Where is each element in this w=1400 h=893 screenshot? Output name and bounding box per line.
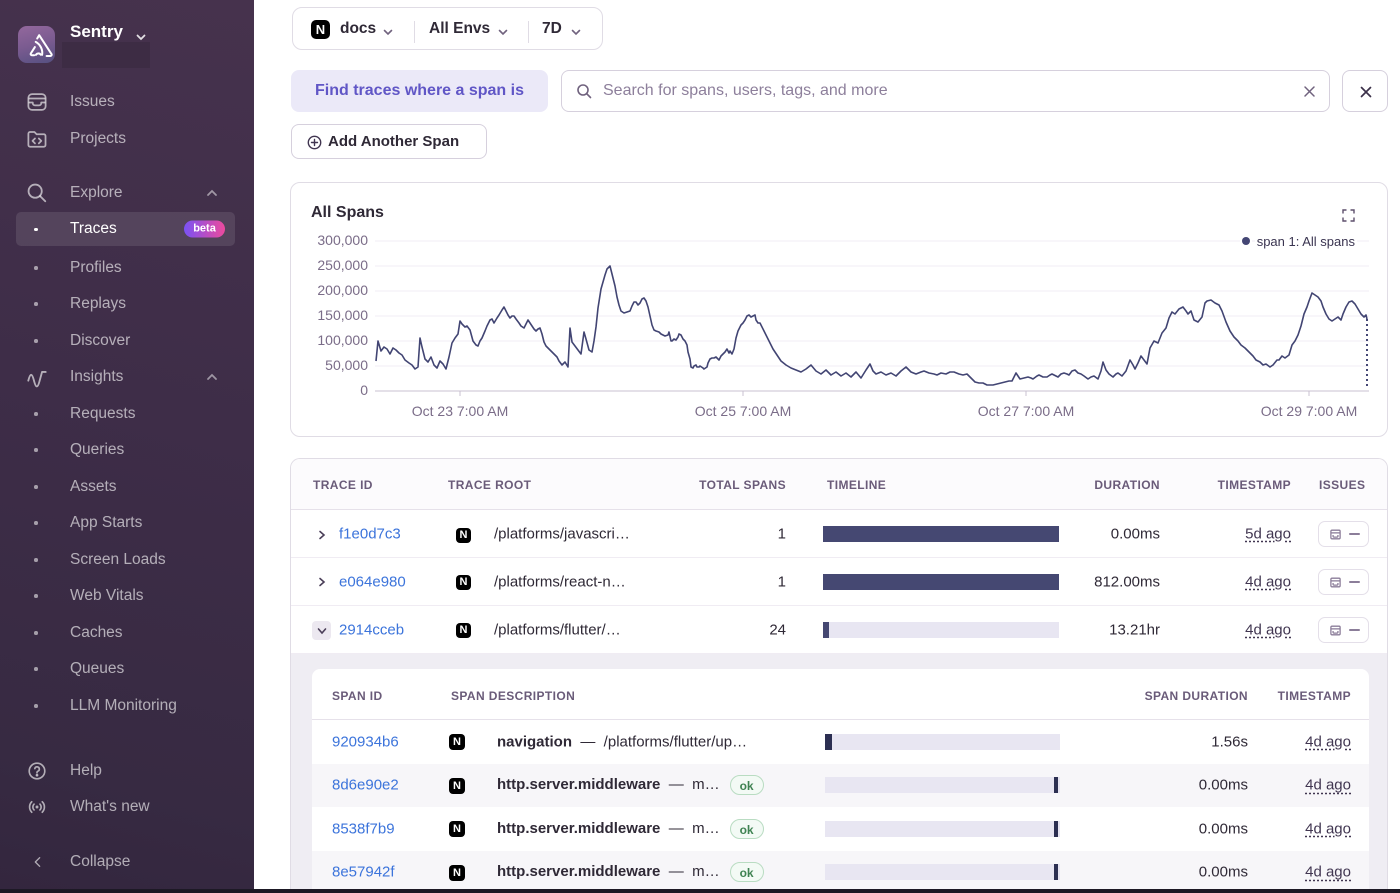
svg-text:Oct 27 7:00 AM: Oct 27 7:00 AM [978, 403, 1075, 419]
svg-text:150,000: 150,000 [317, 307, 368, 323]
svg-text:200,000: 200,000 [317, 282, 368, 298]
svg-text:100,000: 100,000 [317, 332, 368, 348]
svg-text:250,000: 250,000 [317, 257, 368, 273]
svg-text:Oct 25 7:00 AM: Oct 25 7:00 AM [695, 403, 792, 419]
svg-text:300,000: 300,000 [317, 232, 368, 248]
svg-text:Oct 23 7:00 AM: Oct 23 7:00 AM [412, 403, 509, 419]
svg-text:Oct 29 7:00 AM: Oct 29 7:00 AM [1261, 403, 1358, 419]
svg-text:50,000: 50,000 [325, 357, 368, 373]
svg-text:0: 0 [360, 382, 368, 398]
